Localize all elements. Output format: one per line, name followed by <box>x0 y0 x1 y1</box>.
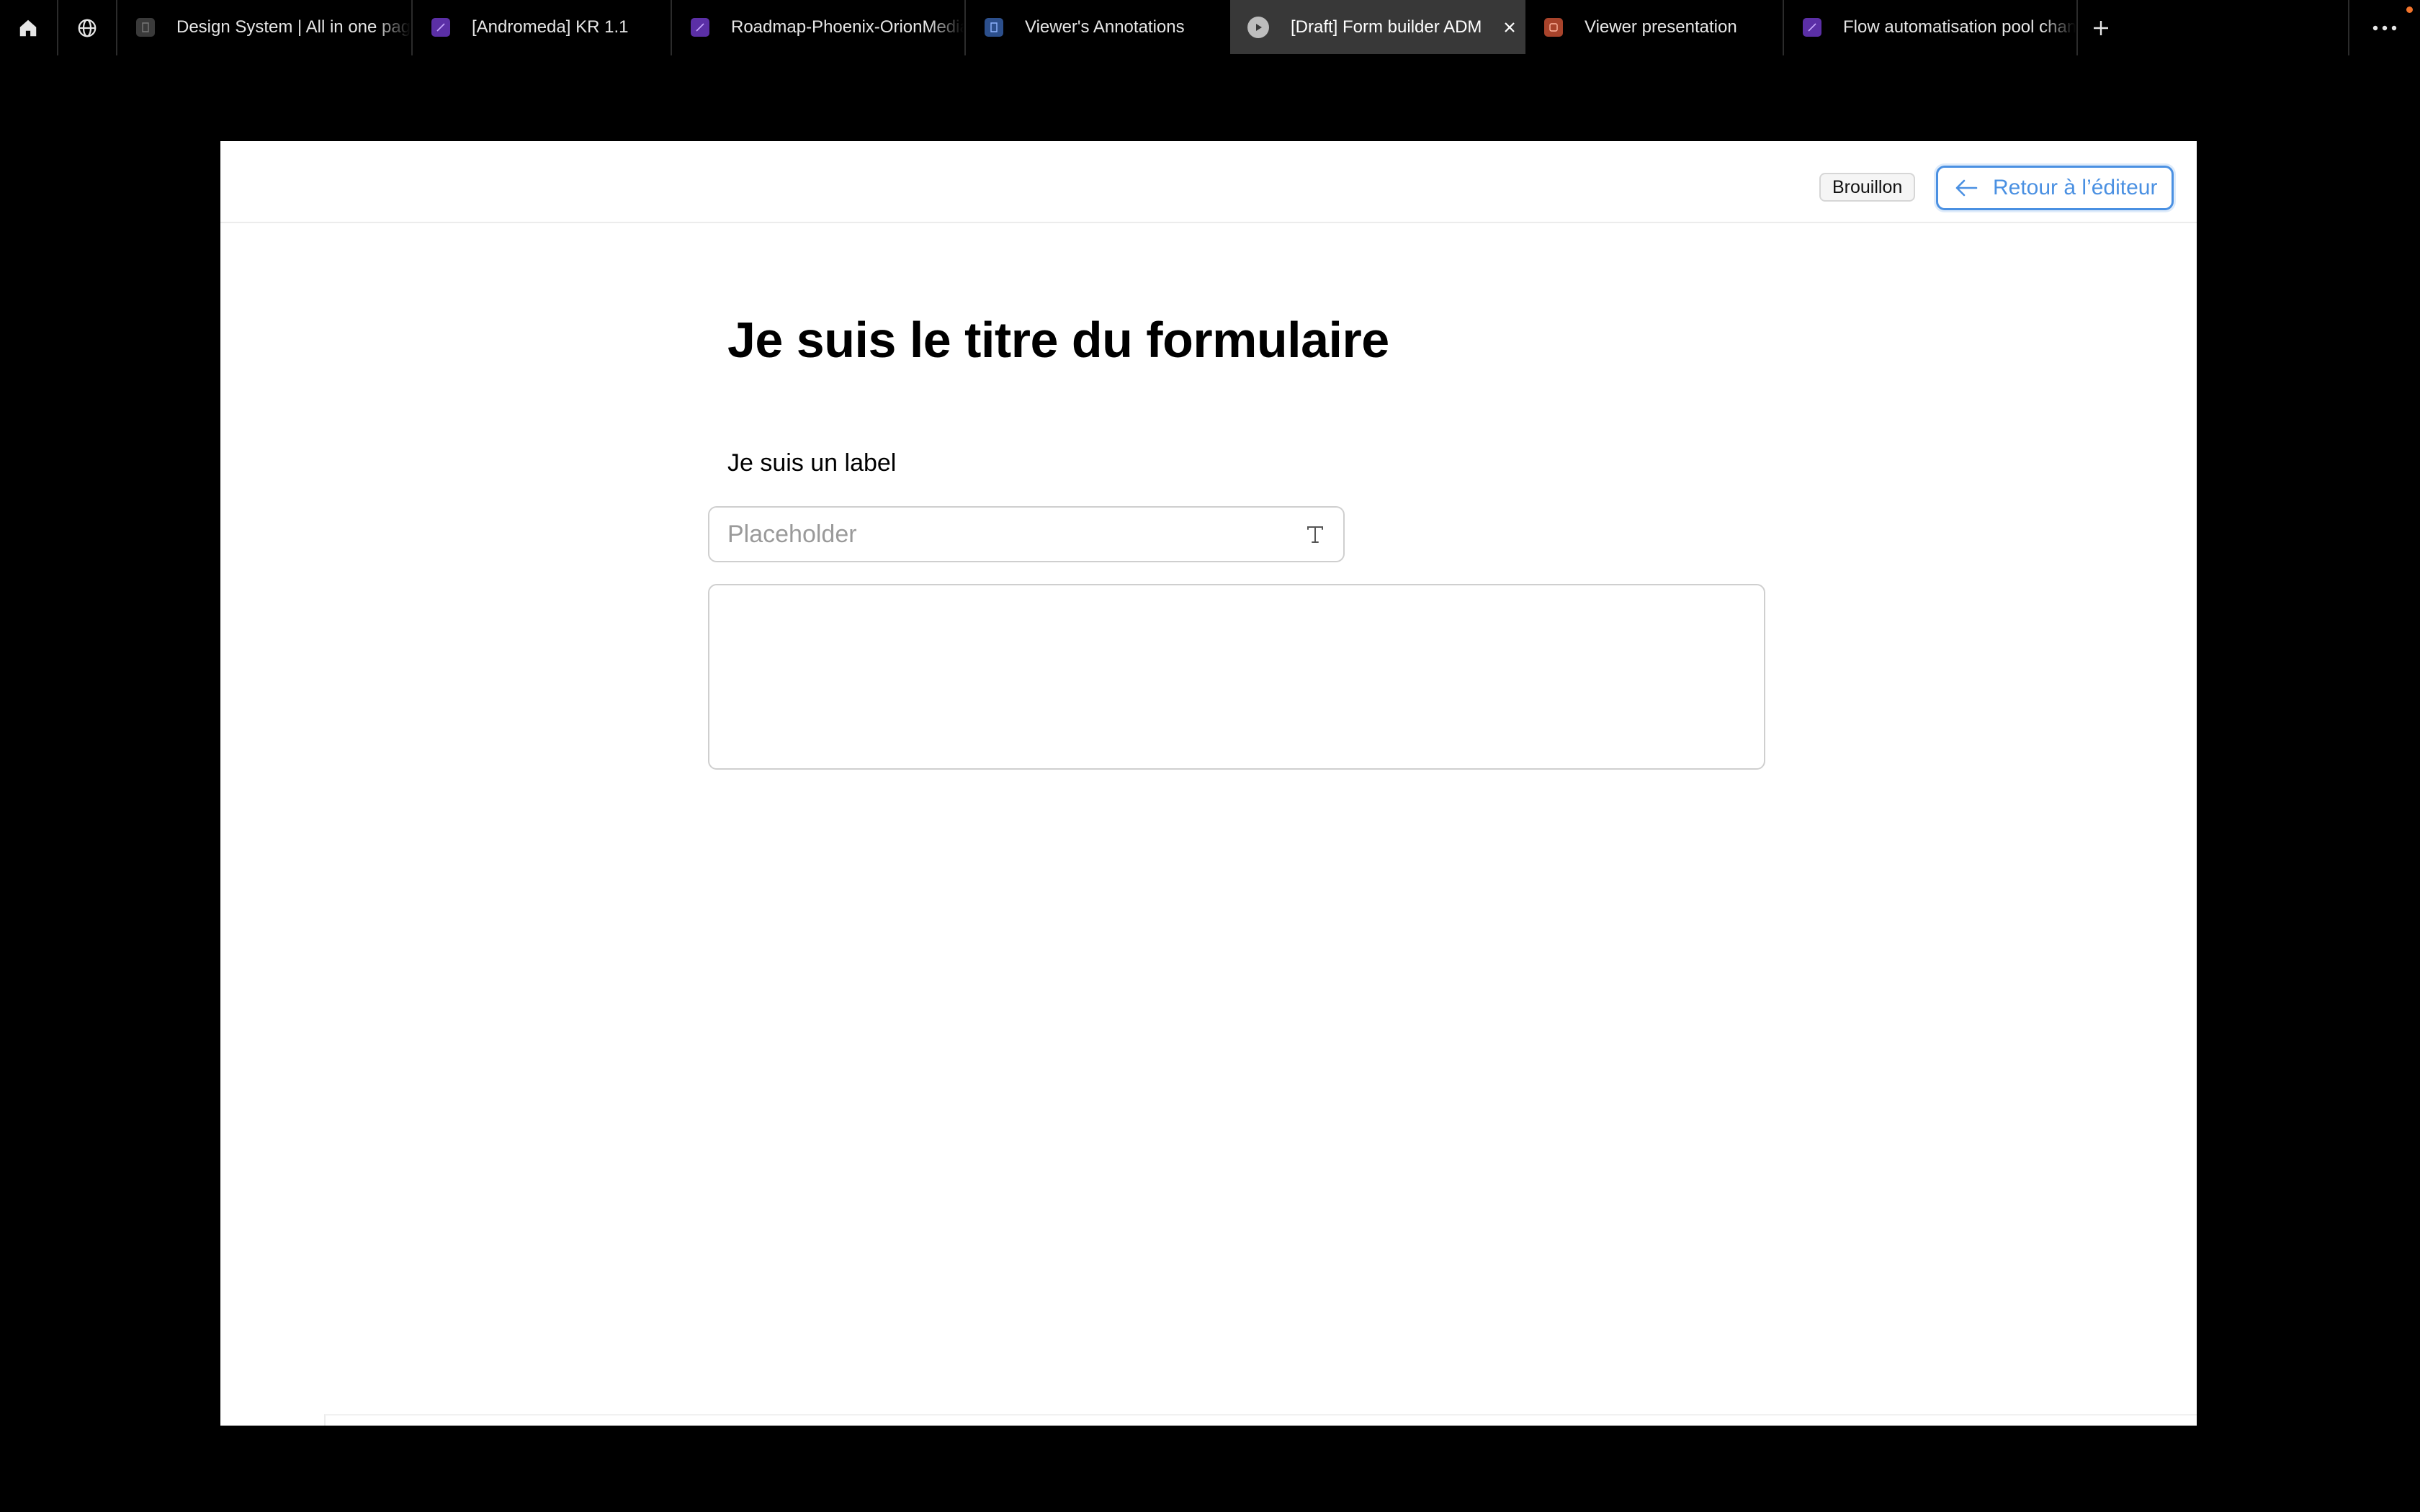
figjam-file-icon <box>691 17 709 37</box>
tab-separator <box>671 0 672 55</box>
tab-title: [Draft] Form builder ADM <box>1291 17 1482 37</box>
community-button[interactable] <box>59 0 115 55</box>
plus-icon <box>2094 20 2108 35</box>
tab-title: Flow automatisation pool chantier <box>1843 17 2076 37</box>
tab-andromeda-kr[interactable]: [Andromeda] KR 1.1 <box>414 0 670 54</box>
home-icon <box>19 19 37 36</box>
frame-header: Brouillon Retour à l’éditeur <box>220 141 2197 223</box>
form-title: Je suis le titre du formulaire <box>727 312 1389 368</box>
home-button[interactable] <box>0 0 56 55</box>
more-horizontal-icon <box>2372 25 2397 30</box>
text-field <box>708 506 1345 562</box>
close-icon <box>1505 22 1515 32</box>
tab-title: Roadmap-Phoenix-OrionMedia <box>731 17 964 37</box>
tab-title: Design System | All in one page <box>176 17 411 37</box>
frame-bottom-divider <box>324 1414 2197 1426</box>
textarea-field[interactable] <box>708 584 1765 770</box>
close-tab-button[interactable] <box>1497 15 1522 40</box>
tab-title: Viewer presentation <box>1585 17 1737 37</box>
tab-separator <box>964 0 966 55</box>
form-preview-frame: Brouillon Retour à l’éditeur Je suis le … <box>220 141 2197 1426</box>
more-menu-button[interactable] <box>2349 0 2420 55</box>
tab-title: Viewer's Annotations <box>1025 17 1185 37</box>
text-input[interactable] <box>709 508 1271 561</box>
tab-viewers-annotations[interactable]: Viewer's Annotations <box>967 0 1229 54</box>
notification-dot <box>2406 6 2413 13</box>
slides-file-icon <box>1544 17 1563 37</box>
tab-separator <box>1783 0 1784 55</box>
new-tab-button[interactable] <box>2078 0 2124 55</box>
figjam-file-icon <box>431 17 450 37</box>
tab-separator <box>116 0 117 55</box>
tab-viewer-presentation[interactable]: Viewer presentation <box>1527 0 1783 54</box>
back-to-editor-button[interactable]: Retour à l’éditeur <box>1936 166 2174 210</box>
tab-separator <box>57 0 58 55</box>
globe-icon <box>78 19 97 37</box>
arrow-left-icon <box>1955 179 1978 197</box>
design-file-icon <box>136 17 155 37</box>
tab-design-system[interactable]: Design System | All in one page <box>119 0 411 54</box>
tab-roadmap-phoenix[interactable]: Roadmap-Phoenix-OrionMedia <box>673 0 964 54</box>
tab-bar: Design System | All in one page [Androme… <box>0 0 2420 55</box>
tab-flow-automatisation[interactable]: Flow automatisation pool chantier <box>1785 0 2076 54</box>
figjam-file-icon <box>1803 17 1821 37</box>
tab-title: [Andromeda] KR 1.1 <box>472 17 629 37</box>
field-label: Je suis un label <box>727 449 897 477</box>
design-file-icon <box>985 17 1003 37</box>
tab-separator <box>411 0 413 55</box>
text-type-icon <box>1307 526 1323 543</box>
tab-draft-form-builder[interactable]: [Draft] Form builder ADM <box>1230 0 1525 54</box>
status-badge: Brouillon <box>1819 173 1916 202</box>
back-to-editor-label: Retour à l’éditeur <box>1993 176 2158 199</box>
play-icon <box>1247 16 1269 38</box>
